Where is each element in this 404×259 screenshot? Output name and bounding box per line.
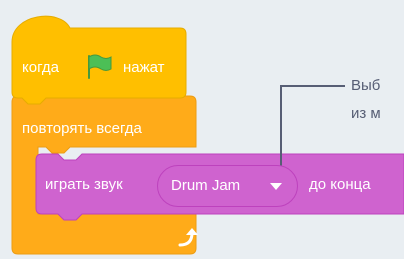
until-done-label: до конца: [309, 176, 371, 193]
annotation-line-1: Выб: [351, 77, 381, 94]
forever-label: повторять всегда: [22, 120, 142, 137]
sound-dropdown-value: Drum Jam: [171, 177, 241, 194]
chevron-down-icon: [270, 183, 282, 190]
when-label: когда: [22, 59, 59, 76]
sound-dropdown[interactable]: Drum Jam: [157, 165, 298, 207]
play-sound-label: играть звук: [45, 176, 123, 193]
code-area: когда нажат повторять всегда играть звук…: [0, 0, 404, 259]
clicked-label: нажат: [123, 59, 165, 76]
annotation-line-2: из м: [351, 105, 381, 122]
